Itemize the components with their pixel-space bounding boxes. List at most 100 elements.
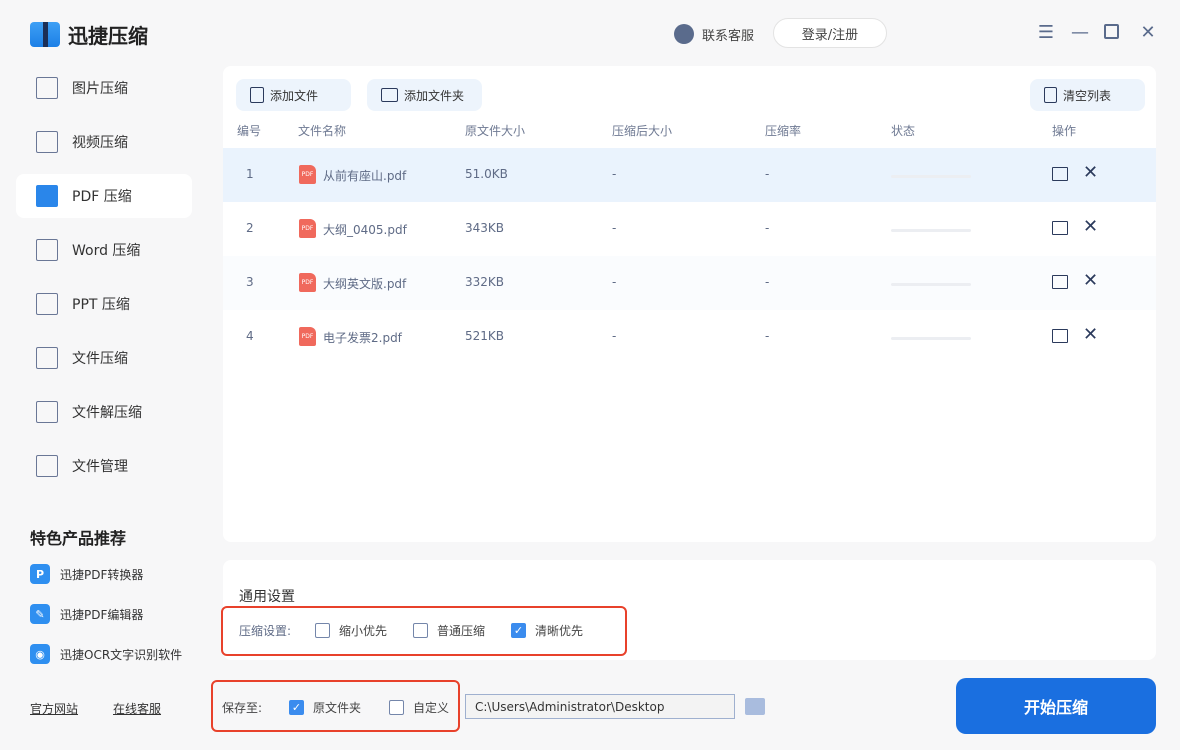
option-label: 清晰优先 bbox=[535, 624, 584, 638]
video-icon bbox=[36, 131, 58, 153]
maximize-icon[interactable] bbox=[1104, 24, 1119, 39]
image-icon bbox=[36, 77, 58, 99]
service-icon bbox=[674, 24, 694, 44]
menu-icon[interactable]: ☰ bbox=[1036, 22, 1056, 43]
sidebar-item-video[interactable]: 视频压缩 bbox=[16, 120, 192, 164]
app-title: 迅捷压缩 bbox=[68, 24, 148, 48]
minimize-icon[interactable]: — bbox=[1070, 22, 1090, 43]
nav-label: 图片压缩 bbox=[72, 81, 128, 97]
browse-folder-icon[interactable] bbox=[745, 698, 765, 715]
table-row[interactable]: 1 PDF 从前有座山.pdf 51.0KB - - ✕ bbox=[223, 148, 1156, 202]
file-list-panel: 添加文件 添加文件夹 清空列表 编号 文件名称 原文件大小 压缩后大小 压缩率 … bbox=[223, 66, 1156, 542]
clear-label: 清空列表 bbox=[1063, 88, 1112, 103]
sidebar-item-ppt[interactable]: PPT 压缩 bbox=[16, 282, 192, 326]
file-icon bbox=[36, 347, 58, 369]
nav-label: 文件管理 bbox=[72, 459, 128, 475]
row-no: 2 bbox=[246, 221, 254, 235]
support-link[interactable]: 在线客服 bbox=[113, 700, 161, 717]
header-status: 状态 bbox=[891, 124, 916, 138]
pdf-file-icon: PDF bbox=[299, 327, 316, 346]
save-original-option[interactable]: ✓ 原文件夹 bbox=[289, 699, 361, 716]
row-rate: - bbox=[765, 221, 770, 235]
pdf-file-icon: PDF bbox=[299, 219, 316, 238]
contact-service[interactable]: 联系客服 bbox=[674, 24, 754, 44]
sidebar-item-word[interactable]: Word 压缩 bbox=[16, 228, 192, 272]
remove-icon[interactable]: ✕ bbox=[1083, 216, 1098, 237]
row-size: 521KB bbox=[465, 329, 505, 343]
login-button[interactable]: 登录/注册 bbox=[773, 18, 887, 48]
sidebar-item-decompress[interactable]: 文件解压缩 bbox=[16, 390, 192, 434]
featured-label: 迅捷PDF转换器 bbox=[60, 567, 144, 582]
checkbox[interactable] bbox=[413, 623, 428, 638]
progress-bar bbox=[891, 175, 971, 178]
trash-icon bbox=[1044, 87, 1057, 103]
row-size: 343KB bbox=[465, 221, 505, 235]
open-folder-icon[interactable] bbox=[1052, 221, 1068, 235]
row-filename: 大纲英文版.pdf bbox=[323, 277, 407, 291]
sidebar-item-file-compress[interactable]: 文件压缩 bbox=[16, 336, 192, 380]
row-rate: - bbox=[765, 329, 770, 343]
pdf-file-icon: PDF bbox=[299, 165, 316, 184]
remove-icon[interactable]: ✕ bbox=[1083, 270, 1098, 291]
row-after-size: - bbox=[612, 329, 617, 343]
table-row[interactable]: 2 PDF 大纲_0405.pdf 343KB - - ✕ bbox=[223, 202, 1156, 256]
save-path-input[interactable]: C:\Users\Administrator\Desktop bbox=[465, 694, 735, 719]
checkbox[interactable] bbox=[389, 700, 404, 715]
clear-list-button[interactable]: 清空列表 bbox=[1030, 79, 1145, 111]
compress-settings-label: 压缩设置: bbox=[239, 624, 292, 638]
featured-ocr[interactable]: ◉ 迅捷OCR文字识别软件 bbox=[30, 644, 182, 664]
nav-label: 文件压缩 bbox=[72, 351, 128, 367]
add-folder-button[interactable]: 添加文件夹 bbox=[367, 79, 482, 111]
website-link[interactable]: 官方网站 bbox=[30, 700, 78, 717]
sidebar-item-pdf[interactable]: PDF 压缩 bbox=[16, 174, 192, 218]
save-label: 保存至: bbox=[222, 701, 263, 715]
add-file-icon bbox=[250, 87, 264, 103]
row-filename: 从前有座山.pdf bbox=[323, 169, 407, 183]
sidebar-item-file-manage[interactable]: 文件管理 bbox=[16, 444, 192, 488]
open-folder-icon[interactable] bbox=[1052, 275, 1068, 289]
row-rate: - bbox=[765, 275, 770, 289]
progress-bar bbox=[891, 283, 971, 286]
option-smaller[interactable]: 缩小优先 bbox=[315, 622, 387, 639]
row-no: 1 bbox=[246, 167, 254, 181]
header-size: 原文件大小 bbox=[465, 124, 526, 138]
save-custom-option[interactable]: 自定义 bbox=[389, 699, 449, 716]
add-folder-label: 添加文件夹 bbox=[404, 88, 465, 103]
table-row[interactable]: 4 PDF 电子发票2.pdf 521KB - - ✕ bbox=[223, 310, 1156, 364]
pdf-icon bbox=[36, 185, 58, 207]
remove-icon[interactable]: ✕ bbox=[1083, 324, 1098, 345]
open-folder-icon[interactable] bbox=[1052, 167, 1068, 181]
table-row[interactable]: 3 PDF 大纲英文版.pdf 332KB - - ✕ bbox=[223, 256, 1156, 310]
header-rate: 压缩率 bbox=[765, 124, 802, 138]
add-file-button[interactable]: 添加文件 bbox=[236, 79, 351, 111]
start-compress-button[interactable]: 开始压缩 bbox=[956, 678, 1156, 734]
featured-label: 迅捷OCR文字识别软件 bbox=[60, 647, 183, 662]
pdf-file-icon: PDF bbox=[299, 273, 316, 292]
option-normal[interactable]: 普通压缩 bbox=[413, 622, 485, 639]
featured-label: 迅捷PDF编辑器 bbox=[60, 607, 144, 622]
word-icon bbox=[36, 239, 58, 261]
pdf-converter-icon: P bbox=[30, 564, 50, 584]
option-clarity[interactable]: ✓ 清晰优先 bbox=[511, 622, 583, 639]
nav-label: 视频压缩 bbox=[72, 135, 128, 151]
pdf-editor-icon: ✎ bbox=[30, 604, 50, 624]
folder-icon bbox=[36, 455, 58, 477]
header-after: 压缩后大小 bbox=[612, 124, 673, 138]
sidebar-item-image[interactable]: 图片压缩 bbox=[16, 66, 192, 110]
open-folder-icon[interactable] bbox=[1052, 329, 1068, 343]
app-logo: 迅捷压缩 bbox=[30, 20, 148, 49]
option-label: 普通压缩 bbox=[437, 624, 486, 638]
checkbox-checked[interactable]: ✓ bbox=[511, 623, 526, 638]
featured-pdf-converter[interactable]: P 迅捷PDF转换器 bbox=[30, 564, 143, 584]
row-no: 3 bbox=[246, 275, 254, 289]
featured-pdf-editor[interactable]: ✎ 迅捷PDF编辑器 bbox=[30, 604, 143, 624]
logo-icon bbox=[30, 22, 60, 47]
checkbox-checked[interactable]: ✓ bbox=[289, 700, 304, 715]
sidebar-nav: 图片压缩 视频压缩 PDF 压缩 Word 压缩 PPT 压缩 文件压缩 文件解… bbox=[16, 66, 192, 498]
close-icon[interactable]: ✕ bbox=[1138, 22, 1158, 43]
remove-icon[interactable]: ✕ bbox=[1083, 162, 1098, 183]
row-rate: - bbox=[765, 167, 770, 181]
option-label: 原文件夹 bbox=[313, 701, 362, 715]
checkbox[interactable] bbox=[315, 623, 330, 638]
ppt-icon bbox=[36, 293, 58, 315]
